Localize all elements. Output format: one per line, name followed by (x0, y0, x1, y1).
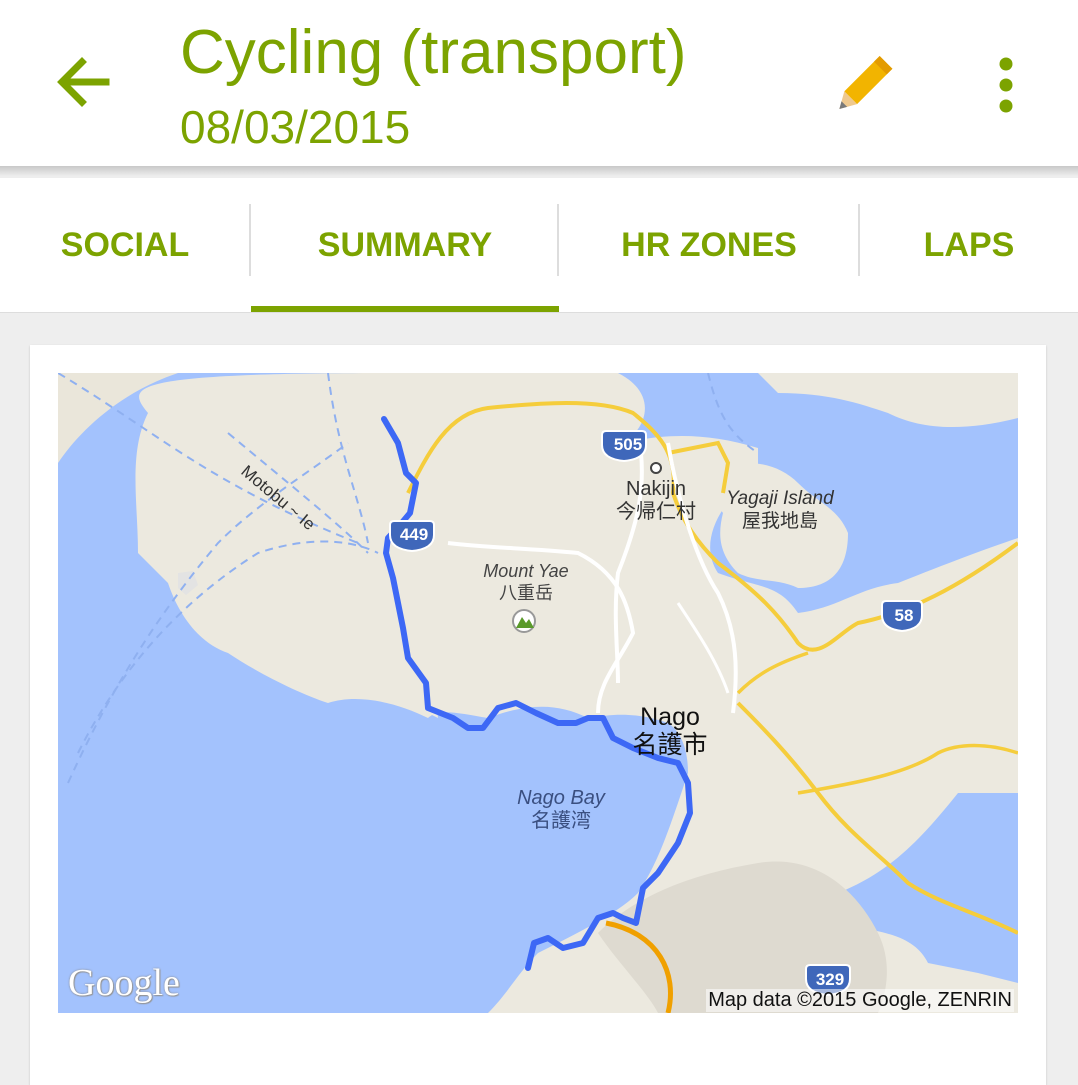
activity-title: Cycling (transport) (180, 18, 687, 87)
nago-jp-label: 名護市 (632, 731, 707, 759)
route-shield: 505 (601, 430, 647, 463)
route-shield-label: 505 (614, 435, 642, 454)
more-vertical-icon[interactable] (990, 56, 1022, 114)
map-attribution[interactable]: Map data ©2015 Google, ZENRIN (706, 989, 1014, 1012)
summary-card: 505 449 58 329 Motobu ~ Ie Nakijin 今帰仁村 … (30, 345, 1046, 1085)
route-map[interactable]: 505 449 58 329 Motobu ~ Ie Nakijin 今帰仁村 … (58, 373, 1018, 1013)
activity-date: 08/03/2015 (180, 101, 411, 153)
app-bar-shadow (0, 166, 1078, 176)
arrow-left-icon[interactable] (52, 50, 116, 114)
app-bar: Cycling (transport) 08/03/2015 (0, 0, 1078, 166)
selected-tab-indicator (251, 306, 559, 312)
route-shield-label: 58 (895, 606, 914, 625)
nago-label: Nago (640, 703, 700, 731)
town-marker (650, 462, 662, 474)
map-canvas: 505 449 58 329 Motobu ~ Ie Nakijin 今帰仁村 … (58, 373, 1018, 1013)
nago-bay-label: Nago Bay (517, 787, 606, 809)
mount-yae-jp-label: 八重岳 (499, 583, 553, 603)
yagaji-island-label: Yagaji Island (726, 488, 835, 509)
tab-hr-zones[interactable]: HR ZONES (559, 178, 859, 312)
route-shield-label: 449 (400, 525, 428, 544)
nakijin-jp-label: 今帰仁村 (616, 500, 696, 523)
tab-bar: SOCIAL SUMMARY HR ZONES LAPS (0, 178, 1078, 313)
google-logo: Google (68, 962, 180, 1004)
tab-social[interactable]: SOCIAL (0, 178, 250, 312)
tab-laps[interactable]: LAPS (860, 178, 1078, 312)
tab-summary[interactable]: SUMMARY (251, 178, 559, 312)
nakijin-label: Nakijin (626, 478, 686, 500)
route-shield: 449 (389, 520, 435, 553)
route-shield-label: 329 (816, 970, 844, 989)
pencil-icon[interactable] (826, 50, 898, 120)
nago-bay-jp-label: 名護湾 (531, 809, 591, 832)
yagaji-island-jp-label: 屋我地島 (742, 510, 818, 532)
mount-yae-label: Mount Yae (483, 561, 568, 581)
route-shield: 58 (881, 600, 923, 633)
